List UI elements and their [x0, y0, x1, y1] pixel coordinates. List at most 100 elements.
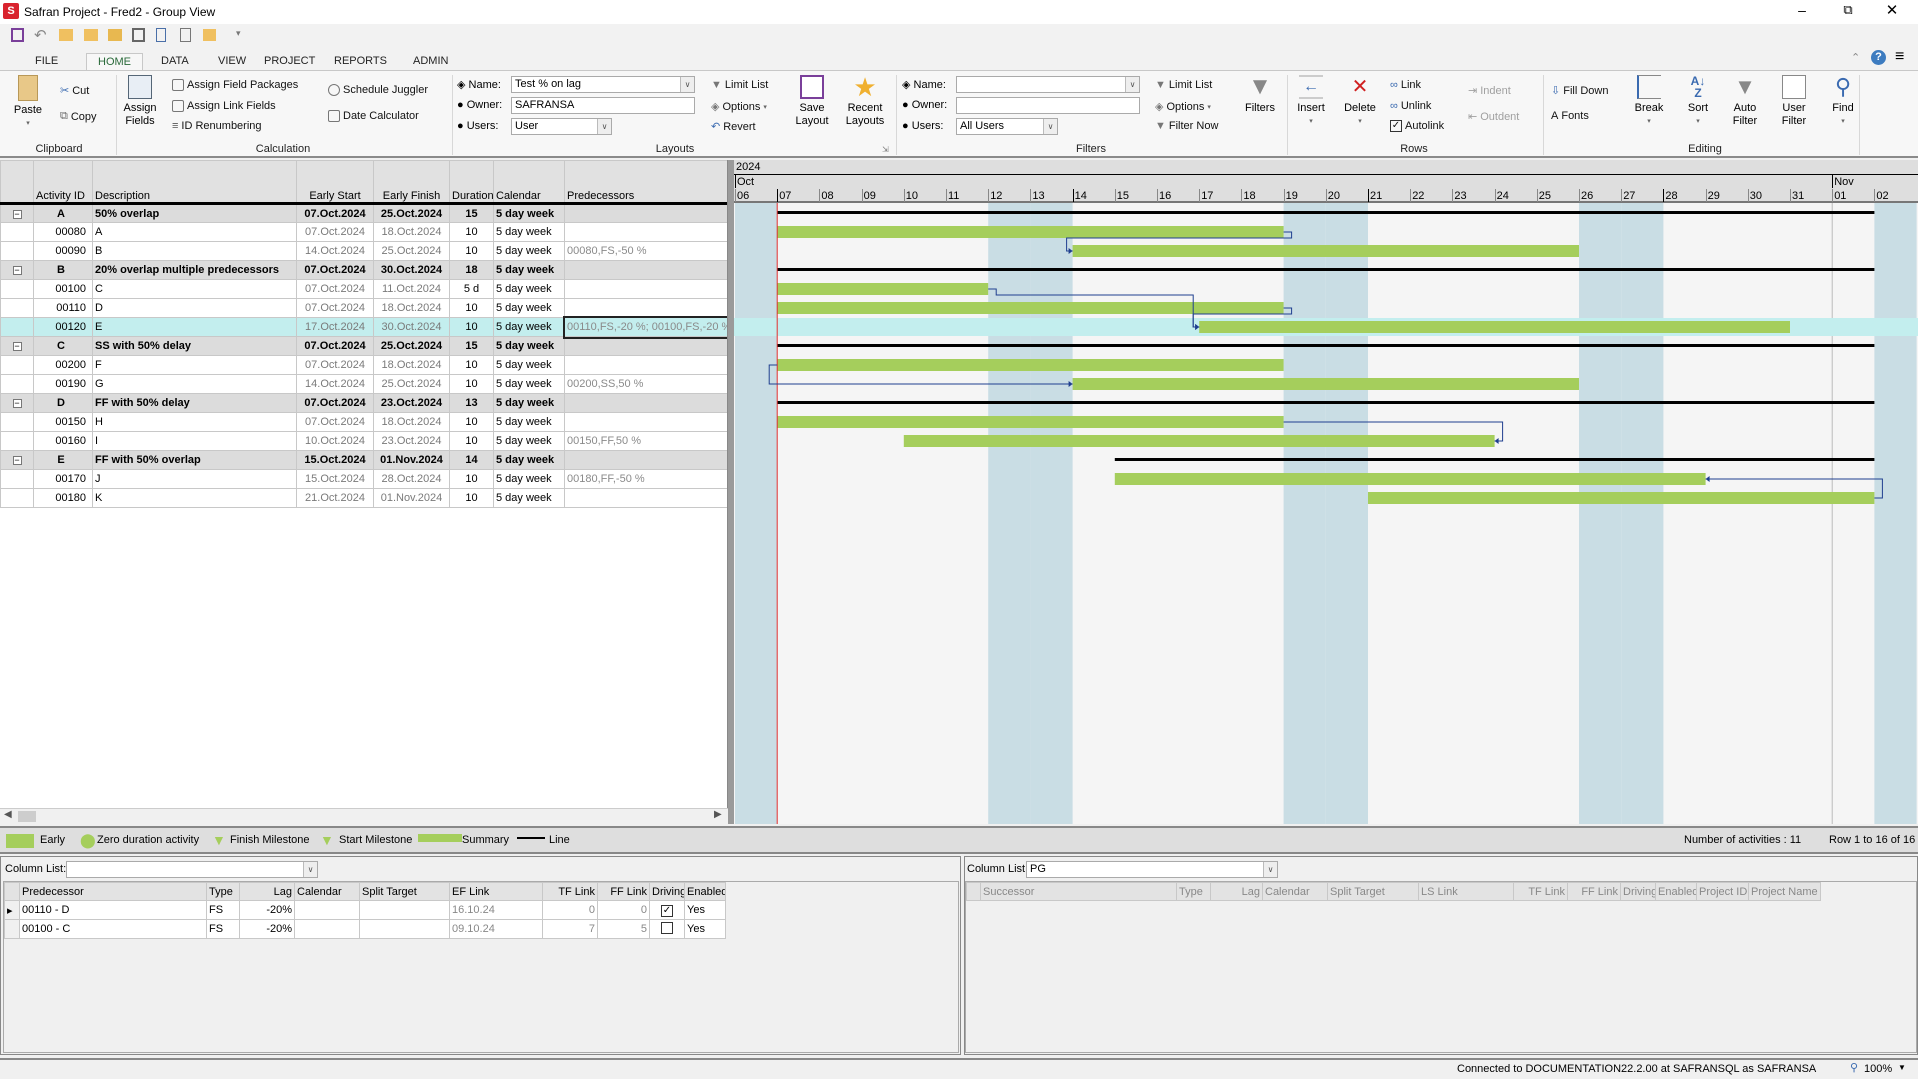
cell-desc[interactable]: SS with 50% delay: [92, 336, 297, 356]
cell-type[interactable]: FS: [206, 919, 240, 939]
paste-button[interactable]: Paste ▾: [10, 75, 46, 130]
column-header[interactable]: Early Start: [296, 160, 374, 205]
cell-ef[interactable]: 11.Oct.2024: [373, 279, 450, 299]
column-header[interactable]: TF Link: [542, 882, 598, 901]
open-folder-icon[interactable]: [84, 29, 98, 41]
copy-button[interactable]: ⧉ Copy: [60, 110, 97, 123]
id-renumbering-button[interactable]: ≡ ID Renumbering: [172, 120, 262, 132]
cell-ef[interactable]: 30.Oct.2024: [373, 317, 450, 337]
cell-cal[interactable]: 5 day week: [493, 374, 565, 394]
layout-owner-field[interactable]: SAFRANSA: [511, 97, 695, 114]
cell-cal[interactable]: 5 day week: [493, 260, 565, 280]
cell-dur[interactable]: 13: [449, 393, 494, 413]
column-header[interactable]: Project ID: [1696, 882, 1749, 901]
cell-cal[interactable]: 5 day week: [493, 222, 565, 242]
save-icon[interactable]: [11, 28, 24, 42]
table-row[interactable]: ▸ 00110 - D FS -20% 16.10.24 0 0 ✓ Yes: [4, 900, 726, 920]
assign-fields-button[interactable]: Assign Fields: [120, 75, 160, 128]
cell-desc[interactable]: A: [92, 222, 297, 242]
cell-pred[interactable]: 00180,FF,-50 %: [564, 469, 727, 489]
cell-desc[interactable]: FF with 50% delay: [92, 393, 297, 413]
column-header[interactable]: Lag: [239, 882, 295, 901]
cell-pred[interactable]: 00110 - D: [19, 900, 207, 920]
cell-dur[interactable]: 15: [449, 203, 494, 223]
dialog-launcher-icon[interactable]: ⇲: [882, 145, 889, 154]
save-layout-button[interactable]: Save Layout: [792, 75, 832, 128]
cell-ef[interactable]: 18.Oct.2024: [373, 222, 450, 242]
pred-column-list-select[interactable]: ∨: [66, 861, 318, 878]
recent-layouts-button[interactable]: ★ Recent Layouts: [838, 74, 892, 128]
cell-dur[interactable]: 10: [449, 431, 494, 451]
column-header[interactable]: Enabled: [684, 882, 726, 901]
layout-users-select[interactable]: User ∨: [511, 118, 612, 135]
cell-es[interactable]: 07.Oct.2024: [296, 412, 374, 432]
cell-es[interactable]: 07.Oct.2024: [296, 393, 374, 413]
cell-ef[interactable]: 01.Nov.2024: [373, 488, 450, 508]
schedule-juggler-button[interactable]: Schedule Juggler: [328, 84, 428, 96]
cell-id[interactable]: 00170: [33, 469, 93, 489]
unlink-button[interactable]: ∞ Unlink: [1390, 100, 1431, 112]
assign-link-fields-button[interactable]: Assign Link Fields: [172, 100, 276, 112]
column-header[interactable]: Split Target: [359, 882, 450, 901]
cell-split[interactable]: [359, 919, 450, 939]
row-expander-cell[interactable]: −: [0, 203, 34, 223]
column-header[interactable]: FF Link: [597, 882, 650, 901]
cell-desc[interactable]: D: [92, 298, 297, 318]
cell-es[interactable]: 15.Oct.2024: [296, 450, 374, 470]
cell-id[interactable]: 00120: [33, 317, 93, 337]
cell-ef[interactable]: 18.Oct.2024: [373, 298, 450, 318]
cell-pred[interactable]: [564, 412, 727, 432]
outdent-button[interactable]: ⇤ Outdent: [1468, 110, 1519, 124]
cell-desc[interactable]: H: [92, 412, 297, 432]
cell-lag[interactable]: -20%: [239, 919, 295, 939]
column-header[interactable]: Driving: [1620, 882, 1656, 901]
collapse-icon[interactable]: −: [12, 266, 22, 275]
cell-id[interactable]: 00150: [33, 412, 93, 432]
cell-pred[interactable]: 00150,FF,50 %: [564, 431, 727, 451]
filter-users-select[interactable]: All Users ∨: [956, 118, 1058, 135]
cell-id[interactable]: D: [33, 393, 93, 413]
filter-name-select[interactable]: ∨: [956, 76, 1140, 93]
filter-options-button[interactable]: ◈ Options ▾: [1155, 100, 1211, 114]
collapse-ribbon-icon[interactable]: ⌃: [1851, 51, 1860, 64]
cell-id[interactable]: 00190: [33, 374, 93, 394]
cell-cal[interactable]: 5 day week: [493, 355, 565, 375]
break-button[interactable]: Break ▾: [1630, 75, 1668, 128]
cell-dur[interactable]: 14: [449, 450, 494, 470]
cut-button[interactable]: ✂ Cut: [60, 84, 89, 98]
cell-ef[interactable]: 01.Nov.2024: [373, 450, 450, 470]
column-header[interactable]: LS Link: [1418, 882, 1514, 901]
table-row[interactable]: 00100 C 07.Oct.2024 11.Oct.2024 5 d5 day wee…: [0, 279, 727, 299]
assign-field-packages-button[interactable]: Assign Field Packages: [172, 79, 298, 91]
summary-row[interactable]: − A 50% overlap 07.Oct.2024 25.Oct.2024 15 5 d…: [0, 203, 727, 223]
delete-button[interactable]: ✕ Delete ▾: [1340, 75, 1380, 128]
new-project-icon[interactable]: [59, 29, 73, 41]
row-expander-cell[interactable]: −: [0, 393, 34, 413]
column-header[interactable]: Calendar: [294, 882, 360, 901]
cell-dur[interactable]: 10: [449, 222, 494, 242]
cell-ef[interactable]: 25.Oct.2024: [373, 336, 450, 356]
column-header[interactable]: Duration: [449, 160, 494, 205]
open-recent-icon[interactable]: [108, 29, 122, 41]
checkbox-unchecked-icon[interactable]: [661, 921, 673, 934]
cell-es[interactable]: 17.Oct.2024: [296, 317, 374, 337]
cell-es[interactable]: 21.Oct.2024: [296, 488, 374, 508]
table-row[interactable]: 00110 D 07.Oct.2024 18.Oct.2024 10 5 day week: [0, 298, 727, 318]
cell-pred[interactable]: [564, 488, 727, 508]
cell-pred[interactable]: 00080,FS,-50 %: [564, 241, 727, 261]
cell-id[interactable]: 00110: [33, 298, 93, 318]
cell-es[interactable]: 15.Oct.2024: [296, 469, 374, 489]
cell-ef[interactable]: 18.Oct.2024: [373, 355, 450, 375]
cell-id[interactable]: 00160: [33, 431, 93, 451]
cell-cal[interactable]: 5 day week: [493, 431, 565, 451]
cell-id[interactable]: E: [33, 450, 93, 470]
collapse-icon[interactable]: −: [12, 456, 22, 465]
cell-desc[interactable]: F: [92, 355, 297, 375]
cell-dur[interactable]: 10: [449, 317, 494, 337]
cell-pred[interactable]: [564, 355, 727, 375]
column-header[interactable]: [0, 160, 34, 205]
horizontal-scrollbar[interactable]: ◀ ▶: [0, 808, 728, 823]
cell-desc[interactable]: E: [92, 317, 297, 337]
tab-admin[interactable]: ADMIN: [405, 53, 456, 70]
filter-owner-field[interactable]: [956, 97, 1140, 114]
